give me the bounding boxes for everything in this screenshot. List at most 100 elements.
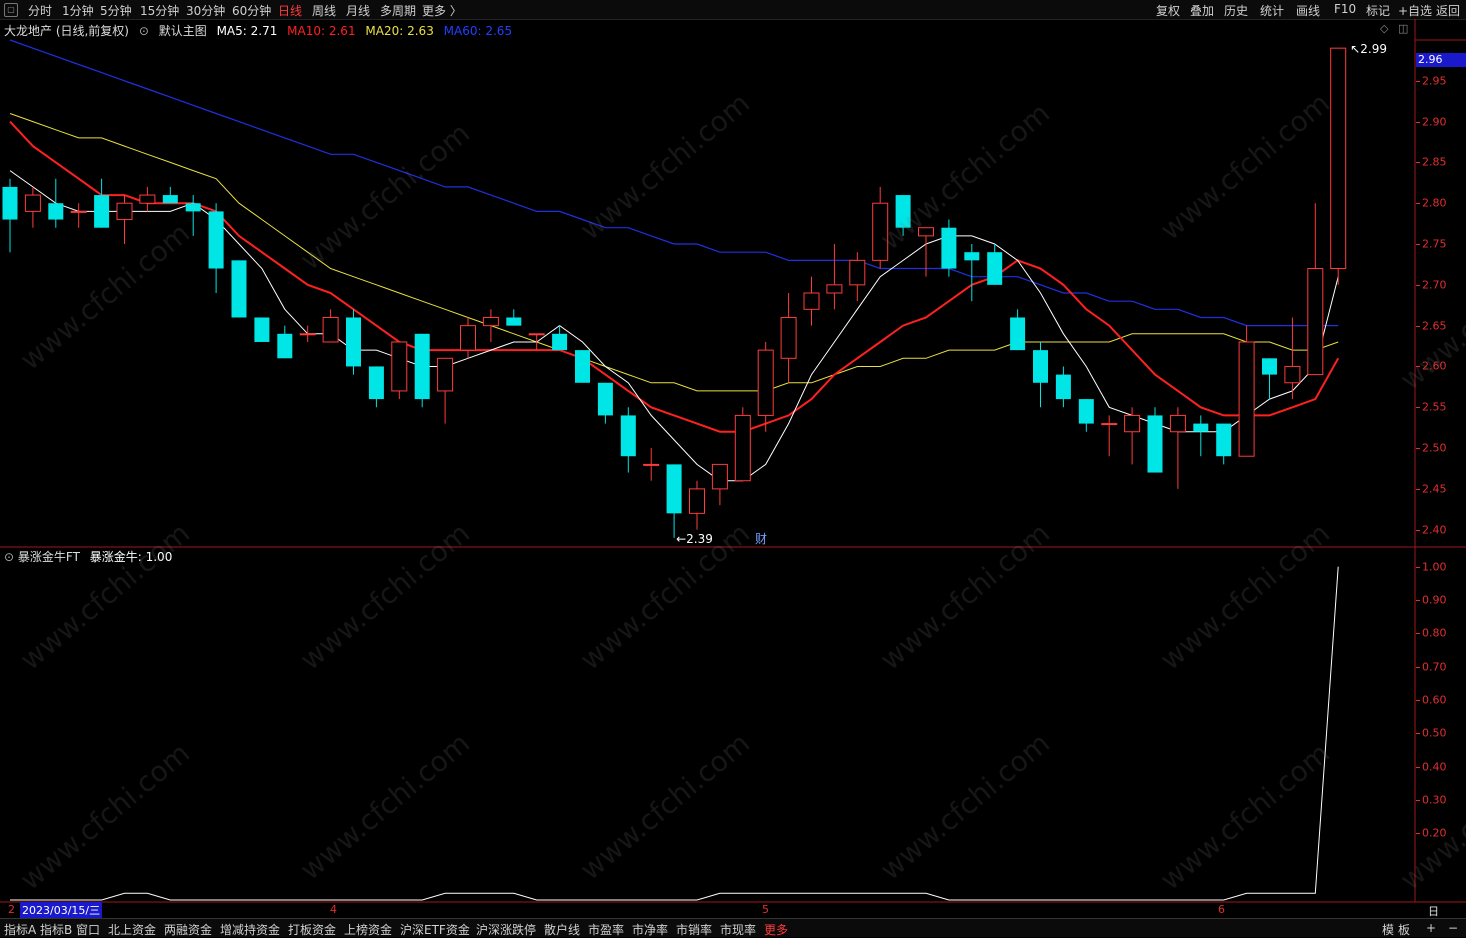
bottom-tab-5[interactable]: 增减持资金 — [220, 921, 280, 938]
candle — [964, 244, 980, 302]
candle — [643, 448, 660, 481]
candle — [987, 244, 1003, 285]
candle — [1169, 407, 1186, 489]
candle — [506, 309, 522, 326]
candle — [24, 186, 41, 228]
candle — [460, 317, 476, 359]
candle — [734, 407, 751, 482]
candle — [620, 407, 636, 473]
cursor-date: 2023/03/15/三 — [20, 902, 103, 918]
bottom-right-button-0[interactable]: 模 — [1382, 921, 1394, 938]
bottom-tab-15[interactable]: 更多 — [764, 921, 788, 938]
candle — [116, 195, 133, 245]
indicator-tick-mark — [1416, 733, 1420, 735]
candle — [1284, 317, 1301, 400]
bottom-tab-13[interactable]: 市销率 — [676, 921, 712, 938]
candle — [437, 357, 454, 424]
candle — [1010, 309, 1026, 351]
candle — [162, 186, 178, 204]
bottom-tab-4[interactable]: 两融资金 — [164, 921, 212, 938]
candle — [254, 317, 270, 342]
candle — [322, 309, 339, 343]
indicator-tick: 0.60 — [1422, 693, 1447, 707]
candle — [391, 341, 408, 400]
candle — [368, 366, 384, 408]
bottom-right-button-3[interactable]: − — [1448, 921, 1458, 935]
candle — [711, 463, 728, 506]
candle — [231, 260, 247, 318]
bottom-tab-0[interactable]: 指标A — [4, 921, 36, 938]
bottom-tab-8[interactable]: 沪深ETF资金 — [400, 921, 470, 938]
indicator-tick-mark — [1416, 666, 1420, 668]
bottom-tab-7[interactable]: 上榜资金 — [344, 921, 392, 938]
bottom-tab-2[interactable]: 窗口 — [76, 921, 100, 938]
candle — [70, 203, 87, 228]
candle — [139, 186, 156, 212]
candle — [803, 276, 820, 326]
date-axis: 2 2023/03/15/三 4 5 6 日线 — [0, 902, 1439, 934]
indicator-tick-mark — [1416, 700, 1420, 701]
ma60-line — [9, 39, 1339, 327]
low-price-label: ←2.39 — [676, 532, 713, 546]
candle — [757, 341, 774, 432]
candle — [185, 195, 201, 236]
candle — [689, 480, 705, 530]
bottom-tab-9[interactable]: 沪深涨跌停 — [476, 921, 536, 938]
bottom-tab-1[interactable]: 指标B — [40, 921, 72, 938]
candle — [895, 195, 911, 236]
indicator-tick-mark — [1416, 600, 1420, 601]
indicator-tick: 0.50 — [1422, 726, 1447, 740]
candle — [1216, 423, 1232, 465]
candle — [1307, 203, 1324, 376]
indicator-tick: 1.00 — [1422, 560, 1447, 574]
candle — [94, 178, 110, 228]
candle — [1193, 415, 1209, 457]
candle — [1055, 366, 1071, 408]
candle — [826, 244, 843, 310]
candle — [780, 293, 797, 383]
candle — [849, 252, 866, 302]
candle — [48, 178, 64, 228]
indicator-line — [10, 566, 1339, 901]
candle — [597, 382, 613, 424]
candle — [1147, 407, 1163, 473]
indicator-tick: 0.40 — [1422, 760, 1447, 774]
indicator-axis: 0.20 0.30 0.40 0.50 0.60 0.70 0.80 0.90 1.00 — [1416, 0, 1466, 902]
bottom-tab-6[interactable]: 打板资金 — [288, 921, 336, 938]
finance-marker: 财 — [755, 532, 767, 546]
indicator-tick-mark — [1416, 566, 1420, 568]
indicator-tick: 0.30 — [1422, 793, 1447, 807]
indicator-tick: 0.70 — [1422, 660, 1447, 674]
candle — [414, 333, 430, 408]
bottom-tab-10[interactable]: 散户线 — [544, 921, 580, 938]
bottom-tab-14[interactable]: 市现率 — [720, 921, 756, 938]
high-price-label: ↖2.99 — [1350, 42, 1387, 56]
candle — [1330, 47, 1347, 285]
current-price-tag: 2.96 — [1416, 53, 1466, 67]
indicator-tick-mark — [1416, 833, 1420, 835]
bottom-right-button-2[interactable]: + — [1426, 921, 1436, 935]
candle — [918, 227, 934, 277]
bottom-tab-bar: 指标A 指标B 窗口 北上资金 两融资金 增减持资金 打板资金 上榜资金 沪深ETF资金 沪深涨跌… — [0, 918, 1466, 937]
candle — [2, 178, 18, 253]
candle — [346, 309, 361, 375]
kline-chart[interactable]: ↖2.99 ←2.39 财 — [0, 0, 1466, 936]
candle — [872, 186, 889, 269]
candle — [277, 325, 293, 359]
candle — [1262, 358, 1277, 400]
bottom-tab-12[interactable]: 市净率 — [632, 921, 668, 938]
indicator-tick: 0.80 — [1422, 626, 1447, 640]
bottom-tab-3[interactable]: 北上资金 — [108, 921, 156, 938]
candle — [482, 309, 499, 342]
candle — [941, 219, 957, 277]
month-6: 6 — [1218, 903, 1225, 916]
candle — [1238, 325, 1255, 457]
month-5: 5 — [762, 903, 769, 916]
indicator-tick-mark — [1416, 633, 1420, 635]
bottom-tab-11[interactable]: 市盈率 — [588, 921, 624, 938]
indicator-tick-mark — [1416, 800, 1420, 801]
indicator-tick: 0.90 — [1422, 593, 1447, 607]
bottom-right-button-1[interactable]: 板 — [1398, 921, 1410, 938]
month-4: 4 — [330, 903, 337, 916]
candle — [1101, 415, 1118, 457]
